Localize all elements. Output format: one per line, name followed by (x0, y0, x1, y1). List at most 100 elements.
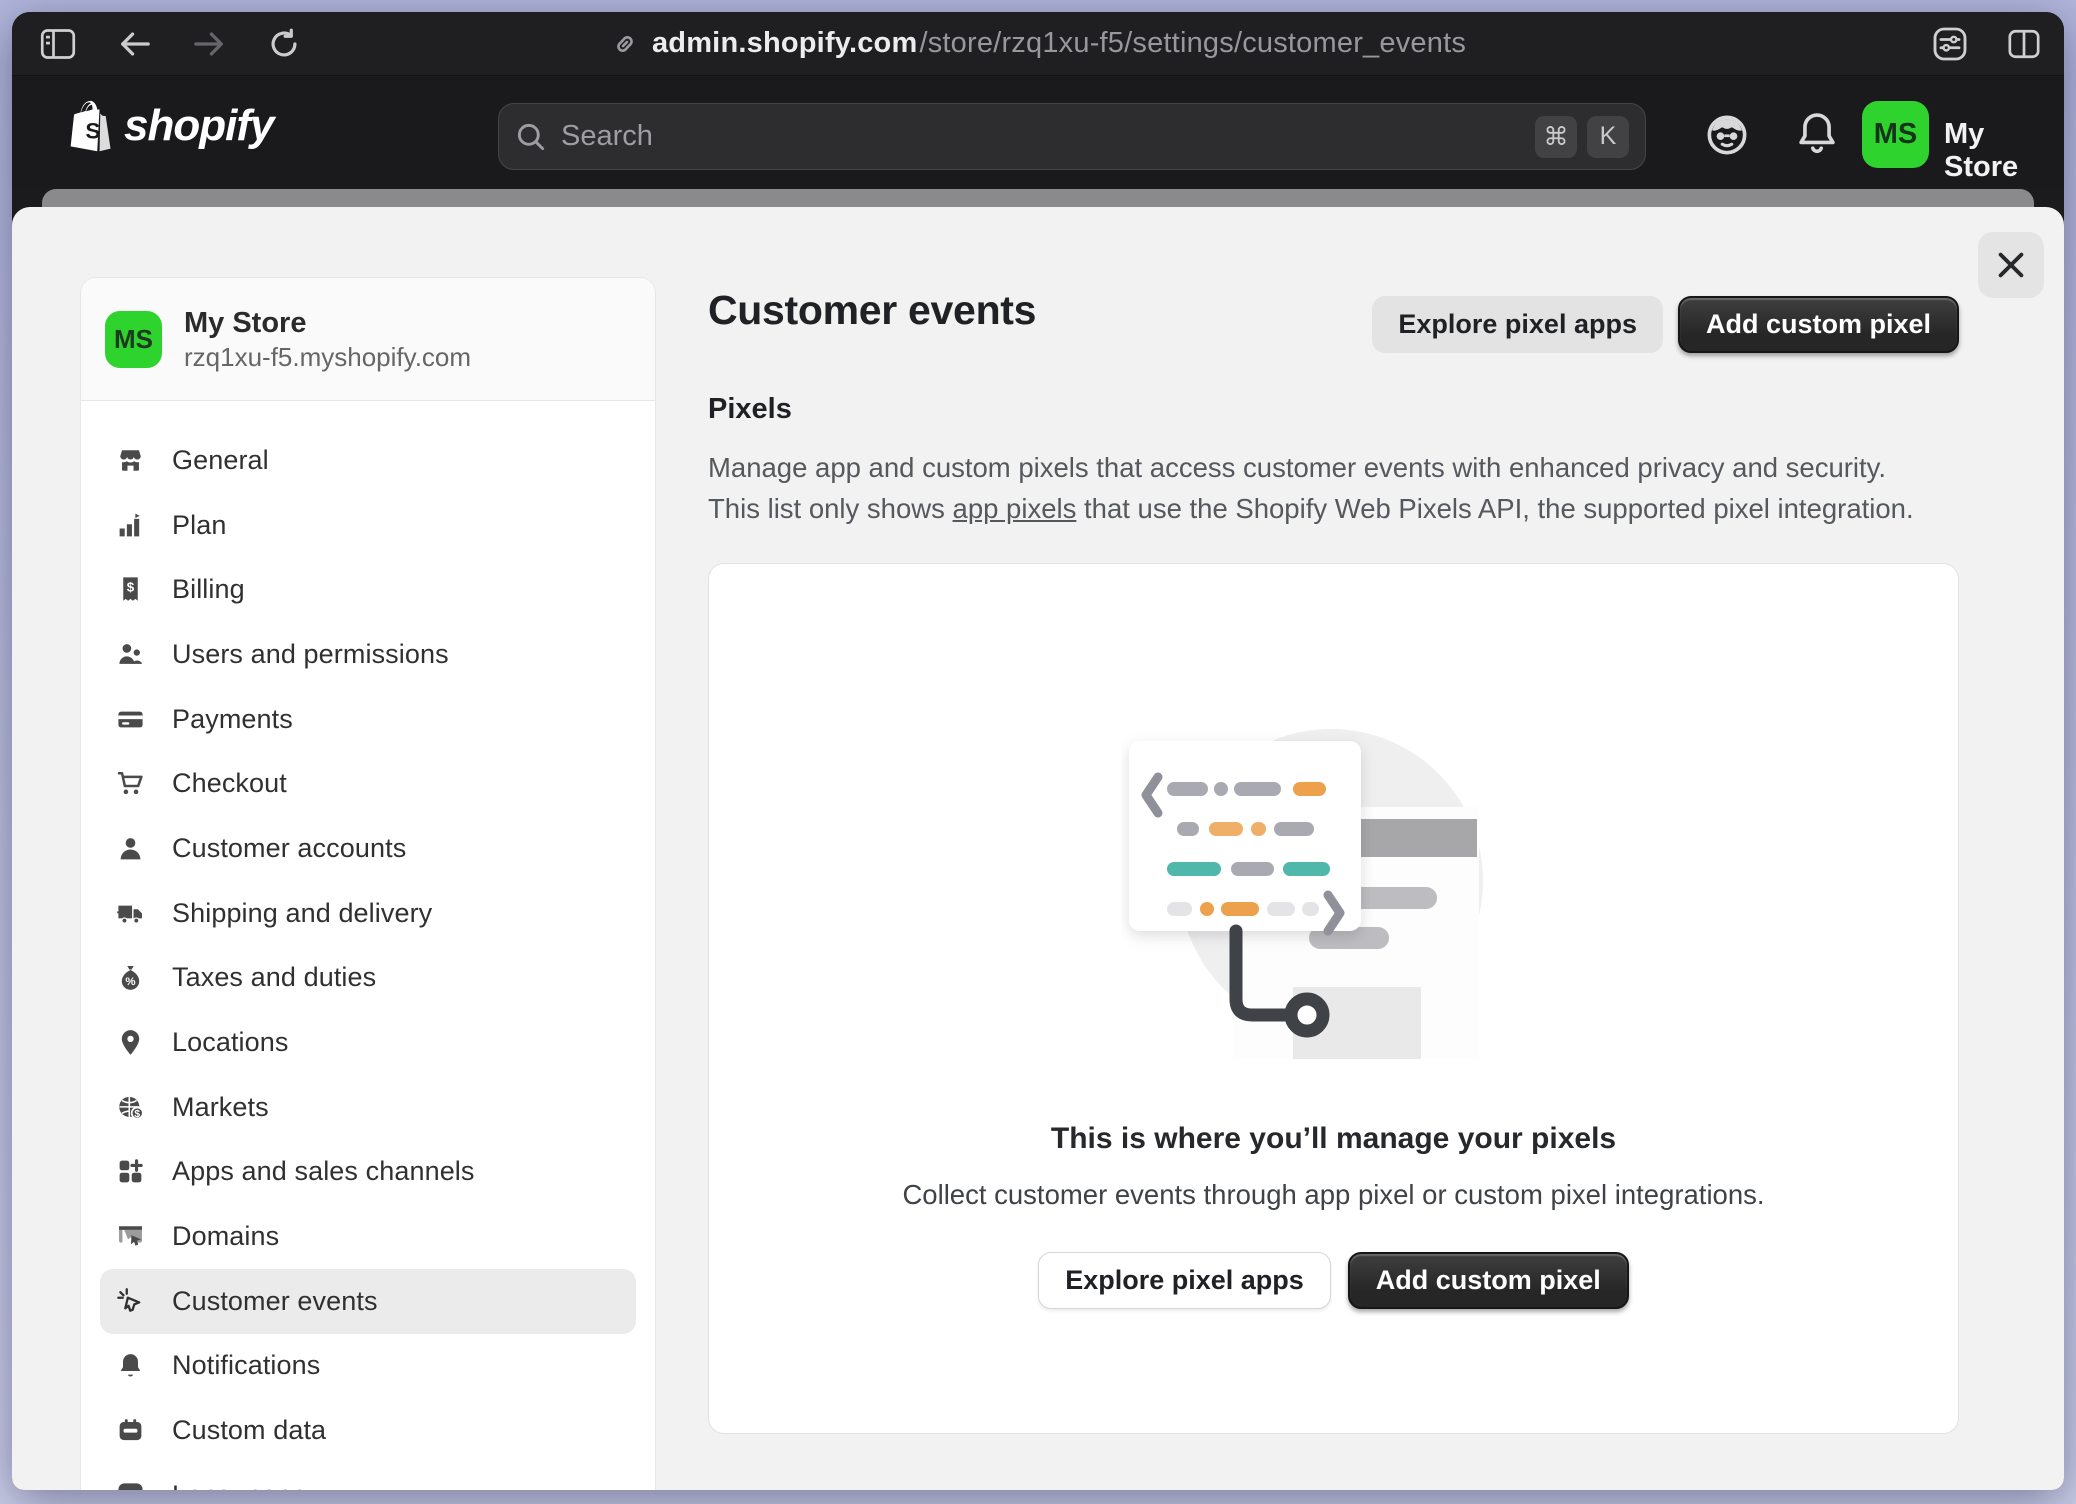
sidebar-item-customer-accounts[interactable]: Customer accounts (100, 816, 636, 881)
checkout-icon (115, 769, 145, 799)
browser-chrome: admin.shopify.com/store/rzq1xu-f5/settin… (12, 12, 2064, 76)
sidebar-item-customer-events[interactable]: Customer events (100, 1269, 636, 1334)
settings-nav: General Plan $ Billing Users and permissions… (81, 401, 655, 1490)
main-content: Customer events Explore pixel apps Add c… (708, 207, 1959, 1490)
empty-state-heading: This is where you’ll manage your pixels (709, 1122, 1958, 1156)
search-placeholder: Search (561, 120, 1525, 153)
plan-icon (115, 510, 145, 540)
shortcut-k-key: K (1587, 116, 1629, 158)
account-avatar[interactable]: MS (1862, 101, 1929, 168)
shopify-wordmark: shopify (124, 101, 273, 151)
avatar-initials: MS (1874, 118, 1918, 151)
close-button[interactable] (1978, 232, 2044, 298)
sidebar-item-label: Checkout (172, 768, 287, 799)
url-domain: admin.shopify.com (652, 27, 918, 60)
notifications-bell-icon[interactable] (1794, 110, 1838, 154)
store-name: My Store (184, 305, 471, 341)
svg-text:$: $ (126, 580, 134, 595)
settings-sidebar: MS My Store rzq1xu-f5.myshopify.com Gene… (80, 277, 656, 1490)
billing-icon: $ (115, 575, 145, 605)
svg-text:$: $ (134, 1109, 140, 1120)
shopify-bag-icon: S (68, 100, 114, 152)
payments-icon (115, 704, 145, 734)
app-pixels-link[interactable]: app pixels (953, 493, 1077, 524)
sidebar-item-plan[interactable]: Plan (100, 493, 636, 558)
svg-text:%: % (125, 976, 135, 988)
split-view-icon[interactable] (2004, 24, 2044, 64)
sidebar-item-users-and-permissions[interactable]: Users and permissions (100, 622, 636, 687)
sidebar-item-markets[interactable]: $ Markets (100, 1075, 636, 1140)
search-input[interactable]: Search ⌘ K (498, 103, 1646, 170)
sidebar-item-label: Customer events (172, 1286, 378, 1317)
sidebar-item-label: Plan (172, 510, 226, 541)
taxes-icon: % (115, 963, 145, 993)
sidebar-item-domains[interactable]: Domains (100, 1204, 636, 1269)
shipping-icon (115, 898, 145, 928)
search-icon (515, 121, 547, 153)
empty-add-custom-pixel-button[interactable]: Add custom pixel (1348, 1252, 1629, 1309)
url-path: /store/rzq1xu-f5/settings/customer_event… (919, 27, 1466, 60)
pixels-empty-card: This is where you’ll manage your pixels … (708, 563, 1959, 1434)
admin-header: S shopify Search ⌘ K MS My Store (12, 76, 2064, 188)
customer-accounts-icon (115, 833, 145, 863)
pixels-illustration (1121, 719, 1483, 1064)
locations-icon (115, 1028, 145, 1058)
empty-state-subtext: Collect customer events through app pixe… (709, 1179, 1958, 1211)
settings-modal: MS My Store rzq1xu-f5.myshopify.com Gene… (12, 207, 2064, 1490)
sidebar-item-languages[interactable]: A文 Languages (100, 1463, 636, 1490)
explore-pixel-apps-button[interactable]: Explore pixel apps (1372, 296, 1663, 353)
sidebar-item-label: Domains (172, 1221, 279, 1252)
sidebar-item-label: Custom data (172, 1415, 326, 1446)
sidebar-item-apps-and-sales-channels[interactable]: Apps and sales channels (100, 1140, 636, 1205)
sidekick-assistant-icon[interactable] (1704, 112, 1748, 156)
markets-icon: $ (115, 1092, 145, 1122)
store-icon (115, 445, 145, 475)
svg-text:文: 文 (129, 1489, 141, 1490)
sidebar-item-billing[interactable]: $ Billing (100, 557, 636, 622)
header-actions: Explore pixel apps Add custom pixel (1372, 296, 1959, 353)
sidebar-item-locations[interactable]: Locations (100, 1010, 636, 1075)
description-line2-prefix: This list only shows (708, 493, 953, 524)
store-card[interactable]: MS My Store rzq1xu-f5.myshopify.com (81, 278, 655, 401)
sidebar-item-payments[interactable]: Payments (100, 687, 636, 752)
empty-explore-pixel-apps-button[interactable]: Explore pixel apps (1038, 1252, 1331, 1309)
svg-text:S: S (85, 118, 100, 143)
domains-icon (115, 1222, 145, 1252)
add-custom-pixel-button[interactable]: Add custom pixel (1678, 296, 1959, 353)
shopify-logo[interactable]: S shopify (68, 100, 273, 152)
sidebar-item-taxes-and-duties[interactable]: % Taxes and duties (100, 946, 636, 1011)
users-icon (115, 639, 145, 669)
store-avatar: MS (105, 311, 162, 368)
sidebar-item-label: Shipping and delivery (172, 898, 432, 929)
pixels-section-title: Pixels (708, 393, 792, 426)
sidebar-item-checkout[interactable]: Checkout (100, 751, 636, 816)
apps-icon (115, 1157, 145, 1187)
sidebar-item-notifications[interactable]: Notifications (100, 1334, 636, 1399)
sidebar-item-label: Users and permissions (172, 639, 449, 670)
sidebar-item-shipping-and-delivery[interactable]: Shipping and delivery (100, 881, 636, 946)
description-line2-suffix: that use the Shopify Web Pixels API, the… (1076, 493, 1913, 524)
sidebar-item-label: Billing (172, 574, 245, 605)
description-line1: Manage app and custom pixels that access… (708, 452, 1886, 483)
sidebar-item-label: Payments (172, 704, 293, 735)
empty-state-actions: Explore pixel apps Add custom pixel (709, 1252, 1958, 1309)
page-title: Customer events (708, 287, 1036, 334)
sidebar-item-label: Notifications (172, 1350, 320, 1381)
page-settings-icon[interactable] (1930, 24, 1970, 64)
shortcut-cmd-key: ⌘ (1535, 116, 1577, 158)
notifications-icon (115, 1351, 145, 1381)
sidebar-item-label: Languages (172, 1480, 307, 1490)
sidebar-item-label: Taxes and duties (172, 962, 376, 993)
store-avatar-initials: MS (114, 324, 153, 355)
sidebar-item-custom-data[interactable]: Custom data (100, 1398, 636, 1463)
customer-events-icon (115, 1286, 145, 1316)
sidebar-item-label: General (172, 445, 269, 476)
custom-data-icon (115, 1416, 145, 1446)
store-domain: rzq1xu-f5.myshopify.com (184, 341, 471, 373)
address-bar[interactable]: admin.shopify.com/store/rzq1xu-f5/settin… (12, 12, 2064, 75)
sidebar-item-label: Markets (172, 1092, 269, 1123)
sidebar-item-general[interactable]: General (100, 428, 636, 493)
languages-icon: A文 (115, 1480, 145, 1490)
sidebar-item-label: Locations (172, 1027, 288, 1058)
sidebar-item-label: Apps and sales channels (172, 1156, 475, 1187)
